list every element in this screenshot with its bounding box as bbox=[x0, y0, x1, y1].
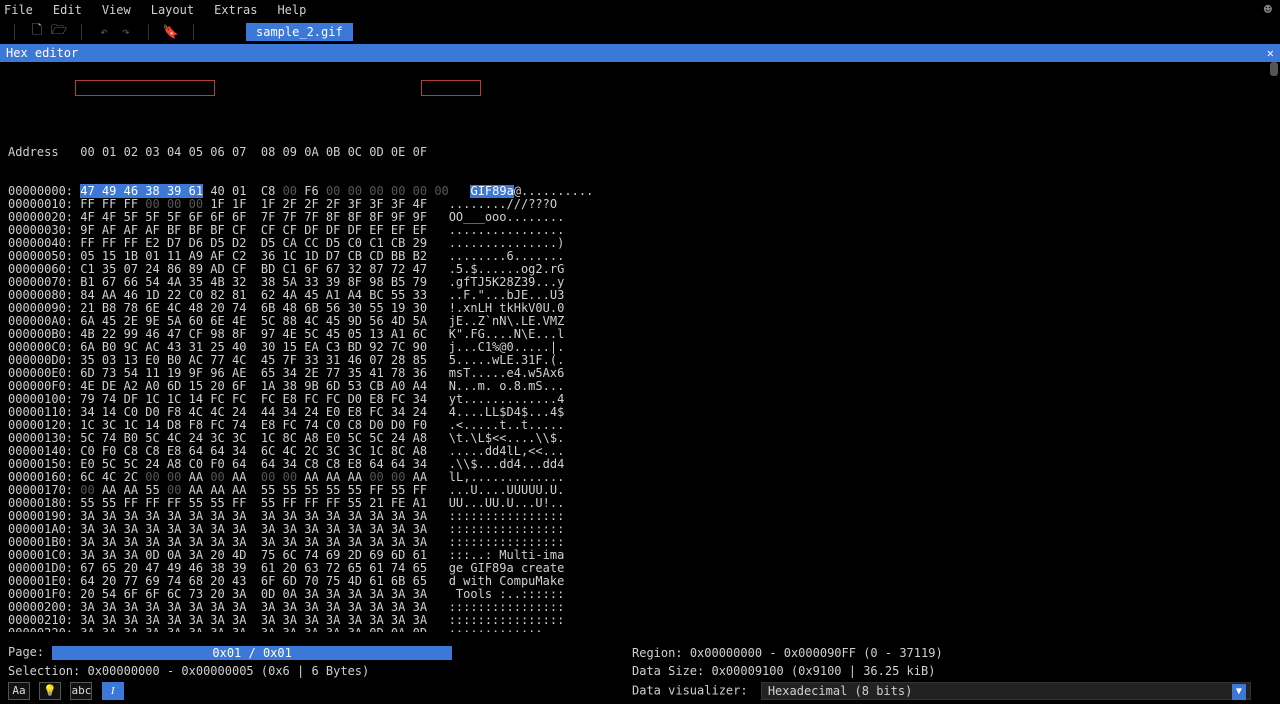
menubar: File Edit View Layout Extras Help ☻ bbox=[0, 0, 1280, 20]
scrollbar-thumb[interactable] bbox=[1270, 62, 1278, 76]
selection-info: Selection: 0x00000000 - 0x00000005 (0x6 … bbox=[8, 664, 622, 678]
hex-editor-header: Hex editor ✕ bbox=[0, 44, 1280, 62]
redo-icon[interactable]: ↷ bbox=[116, 22, 136, 42]
menu-edit[interactable]: Edit bbox=[53, 3, 82, 17]
hex-editor-title: Hex editor bbox=[6, 46, 78, 60]
data-size-info: Data Size: 0x00009100 (0x9100 | 36.25 ki… bbox=[632, 664, 1272, 678]
status-bar: Page:0x01 / 0x01 Selection: 0x00000000 -… bbox=[0, 636, 1280, 704]
hex-selection-outline bbox=[75, 80, 215, 96]
smiley-icon: ☻ bbox=[1264, 2, 1272, 18]
open-file-icon[interactable]: 🗁 bbox=[49, 22, 69, 42]
region-info: Region: 0x00000000 - 0x000090FF (0 - 371… bbox=[632, 646, 1272, 660]
data-visualizer-row: Data visualizer: Hexadecimal (8 bits) ▼ bbox=[632, 682, 1272, 700]
menu-view[interactable]: View bbox=[102, 3, 131, 17]
case-sensitive-button[interactable]: Aa bbox=[8, 682, 30, 700]
bookmark-icon[interactable]: 🔖 bbox=[161, 22, 181, 42]
menu-layout[interactable]: Layout bbox=[151, 3, 194, 17]
toolbar: 🗋 🗁 ↶ ↷ 🔖 sample_2.gif bbox=[0, 20, 1280, 44]
lightbulb-button[interactable]: 💡 bbox=[39, 682, 61, 700]
toolbar-separator bbox=[81, 24, 82, 40]
undo-icon[interactable]: ↶ bbox=[94, 22, 114, 42]
toolbar-separator bbox=[148, 24, 149, 40]
data-visualizer-select[interactable]: Hexadecimal (8 bits) ▼ bbox=[761, 682, 1251, 700]
menu-file[interactable]: File bbox=[4, 3, 33, 17]
hex-header-row: Address 00 01 02 03 04 05 06 07 08 09 0A… bbox=[8, 146, 1272, 159]
cursor-button[interactable]: I bbox=[102, 682, 124, 700]
file-tab[interactable]: sample_2.gif bbox=[246, 23, 353, 41]
hex-viewer[interactable]: Address 00 01 02 03 04 05 06 07 08 09 0A… bbox=[0, 62, 1280, 632]
scrollbar[interactable] bbox=[1270, 62, 1278, 622]
page-indicator: Page:0x01 / 0x01 bbox=[8, 645, 622, 660]
new-file-icon[interactable]: 🗋 bbox=[27, 22, 47, 42]
close-icon[interactable]: ✕ bbox=[1267, 46, 1274, 60]
ascii-selection-outline bbox=[421, 80, 481, 96]
menu-help[interactable]: Help bbox=[277, 3, 306, 17]
abc-button[interactable]: abc bbox=[70, 682, 92, 700]
chevron-down-icon: ▼ bbox=[1232, 684, 1246, 700]
toolbar-separator bbox=[193, 24, 194, 40]
page-bar[interactable]: 0x01 / 0x01 bbox=[52, 646, 452, 660]
hex-row[interactable]: 00000220: 3A 3A 3A 3A 3A 3A 3A 3A 3A 3A … bbox=[8, 627, 1272, 632]
menu-extras[interactable]: Extras bbox=[214, 3, 257, 17]
toolbar-separator bbox=[14, 24, 15, 40]
